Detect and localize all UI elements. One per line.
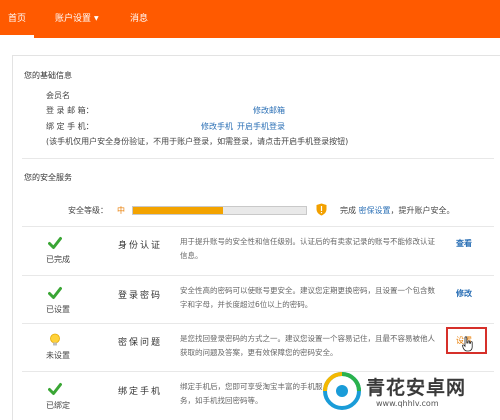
nav-account-settings-label: 账户设置 [55,14,92,24]
security-tip-prefix: 完成 [340,206,356,215]
hand-cursor-icon [462,336,473,352]
row-divider [22,275,494,276]
modify-email-link[interactable]: 修改邮箱 [253,105,285,116]
phone-note: (该手机仅用户安全身份验证，不用于账户登录，如需登录，请点击开启手机登录按钮) [46,137,349,146]
modify-password-button[interactable]: 修改 [456,288,472,299]
nav-messages-label: 消息 [130,14,149,24]
security-level-label: 安全等级： [68,206,108,215]
lightbulb-icon [50,333,60,346]
section-divider [22,158,494,159]
security-level-fill [133,207,223,214]
security-services-title: 您的安全服务 [24,173,72,182]
row-status: 已完成 [46,255,70,264]
row-divider [22,226,494,227]
security-level-bar [132,206,307,215]
security-level-value: 中 [117,206,125,215]
top-nav-bar: 首页 账户设置 ▼ 消息 [0,0,500,38]
row-divider [22,323,494,324]
nav-home[interactable]: 首页 [0,0,34,38]
nav-account-settings[interactable]: 账户设置 ▼ [55,0,99,38]
row-description: 绑定手机后，您即可享受淘宝丰富的手机服务，如手机找回密码等。 [180,382,323,405]
row-status: 已设置 [46,305,70,314]
row-description: 是您找回登录密码的方式之一。建议您设置一个容易记住，且最不容易被他人获取的问题及… [180,334,435,357]
shield-warning-icon [316,203,327,216]
check-icon [48,287,62,299]
nav-messages[interactable]: 消息 [130,0,148,38]
row-description: 用于提升账号的安全性和信任级别。认证后的有卖家记录的账号不能修改认证信息。 [180,237,435,260]
modify-phone-link[interactable]: 修改手机 [201,121,233,132]
bound-phone-label: 绑 定 手 机： [46,122,94,131]
member-name-label: 会员名 [46,91,70,100]
security-tip-suffix: ，提升账户安全。 [390,206,455,215]
login-email-label: 登 录 邮 箱： [46,106,94,115]
enable-phone-login-link[interactable]: 开启手机登录 [237,121,285,132]
row-name-login-password: 登录密码 [118,291,163,301]
row-name-identity-verification: 身份认证 [118,241,163,251]
check-icon [48,383,62,395]
security-tip: 完成 密保设置，提升账户安全。 [340,205,455,216]
nav-active-indicator [0,35,34,38]
row-description: 安全性高的密码可以使账号更安全。建议您定期更换密码，且设置一个包含数字和字母，并… [180,286,435,309]
row-name-bind-phone: 绑定手机 [118,387,163,397]
nav-home-label: 首页 [7,14,26,24]
view-identity-button[interactable]: 查看 [456,238,472,249]
row-status: 未设置 [46,351,70,360]
watermark-title: 青花安卓网 [366,377,467,399]
watermark-url: www.qhhlv.com [376,399,439,408]
security-question-setting-link[interactable]: 密保设置 [359,206,391,215]
basic-info-title: 您的基础信息 [24,71,72,80]
site-watermark: 青花安卓网 www.qhhlv.com [322,369,494,415]
watermark-logo-icon [323,372,361,410]
chevron-down-icon: ▼ [94,15,99,22]
check-icon [48,237,62,249]
row-name-security-question: 密保问题 [118,338,163,348]
row-status: 已绑定 [46,401,70,410]
